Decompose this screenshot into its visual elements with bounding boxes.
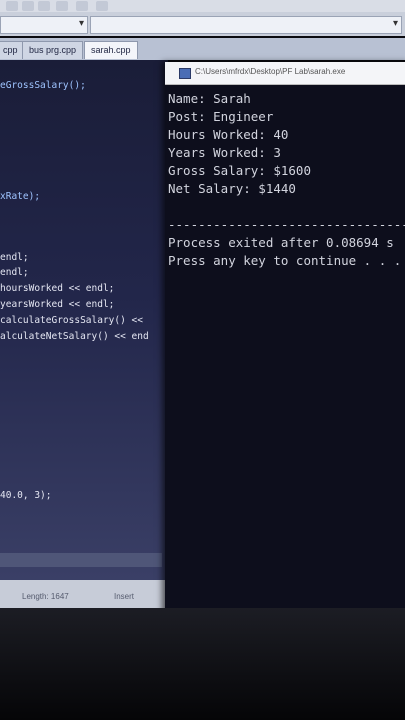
code-line: 40.0, 3); xyxy=(0,490,52,501)
toolbar-button[interactable] xyxy=(6,1,18,11)
code-line: endl; xyxy=(0,267,29,278)
console-line: Process exited after 0.08694 s xyxy=(168,235,394,250)
toolbar-button[interactable] xyxy=(96,1,108,11)
code-line: yearsWorked << endl; xyxy=(0,299,115,310)
console-line: Post: Engineer xyxy=(168,109,274,124)
console-line: Years Worked: 3 xyxy=(168,145,281,160)
scope-combo[interactable]: ▾ xyxy=(0,16,88,34)
code-line: calculateGrossSalary() << xyxy=(0,315,143,326)
console-line: Press any key to continue . . . xyxy=(168,253,402,268)
console-app-icon xyxy=(179,68,191,79)
status-length: Length: 1647 xyxy=(22,592,69,601)
console-separator: -------------------------------- xyxy=(168,217,405,232)
console-title-bar[interactable]: C:\Users\mfrdx\Desktop\PF Lab\sarah.exe xyxy=(165,62,405,85)
status-bar: Length: 1647 Insert xyxy=(0,580,175,608)
console-line: Name: Sarah xyxy=(168,91,251,106)
code-line: xRate); xyxy=(0,191,41,202)
function-combo[interactable]: ▾ xyxy=(90,16,402,34)
tab-cpp[interactable]: cpp xyxy=(0,41,25,59)
editor-horizontal-scrollbar[interactable] xyxy=(0,553,162,567)
toolbar-button[interactable] xyxy=(76,1,88,11)
console-window[interactable]: C:\Users\mfrdx\Desktop\PF Lab\sarah.exe … xyxy=(165,62,405,618)
console-line: Hours Worked: 40 xyxy=(168,127,289,142)
console-output: Name: Sarah Post: Engineer Hours Worked:… xyxy=(168,90,405,270)
tab-bus-prg[interactable]: bus prg.cpp xyxy=(22,41,84,59)
editor-tabs: cpp bus prg.cpp sarah.cpp xyxy=(0,38,405,60)
console-line: Net Salary: $1440 xyxy=(168,181,296,196)
code-line: alculateNetSalary() << end xyxy=(0,331,149,342)
chevron-down-icon: ▾ xyxy=(78,18,84,29)
status-mode: Insert xyxy=(114,592,135,601)
toolbar-button[interactable] xyxy=(56,1,68,11)
code-editor[interactable]: eGrossSalary(); xRate); endl; endl; hour… xyxy=(0,60,168,580)
monitor-bezel xyxy=(0,608,405,720)
toolbar-button[interactable] xyxy=(38,1,50,11)
chevron-down-icon: ▾ xyxy=(392,18,398,29)
code-line: hoursWorked << endl; xyxy=(0,283,115,294)
tab-sarah[interactable]: sarah.cpp xyxy=(84,41,138,59)
code-line: eGrossSalary(); xyxy=(0,80,86,91)
code-line: endl; xyxy=(0,252,29,263)
console-window-title: C:\Users\mfrdx\Desktop\PF Lab\sarah.exe xyxy=(195,67,346,76)
console-line: Gross Salary: $1600 xyxy=(168,163,311,178)
toolbar-button[interactable] xyxy=(22,1,34,11)
class-browser-bar: ▾ ▾ xyxy=(0,12,405,36)
